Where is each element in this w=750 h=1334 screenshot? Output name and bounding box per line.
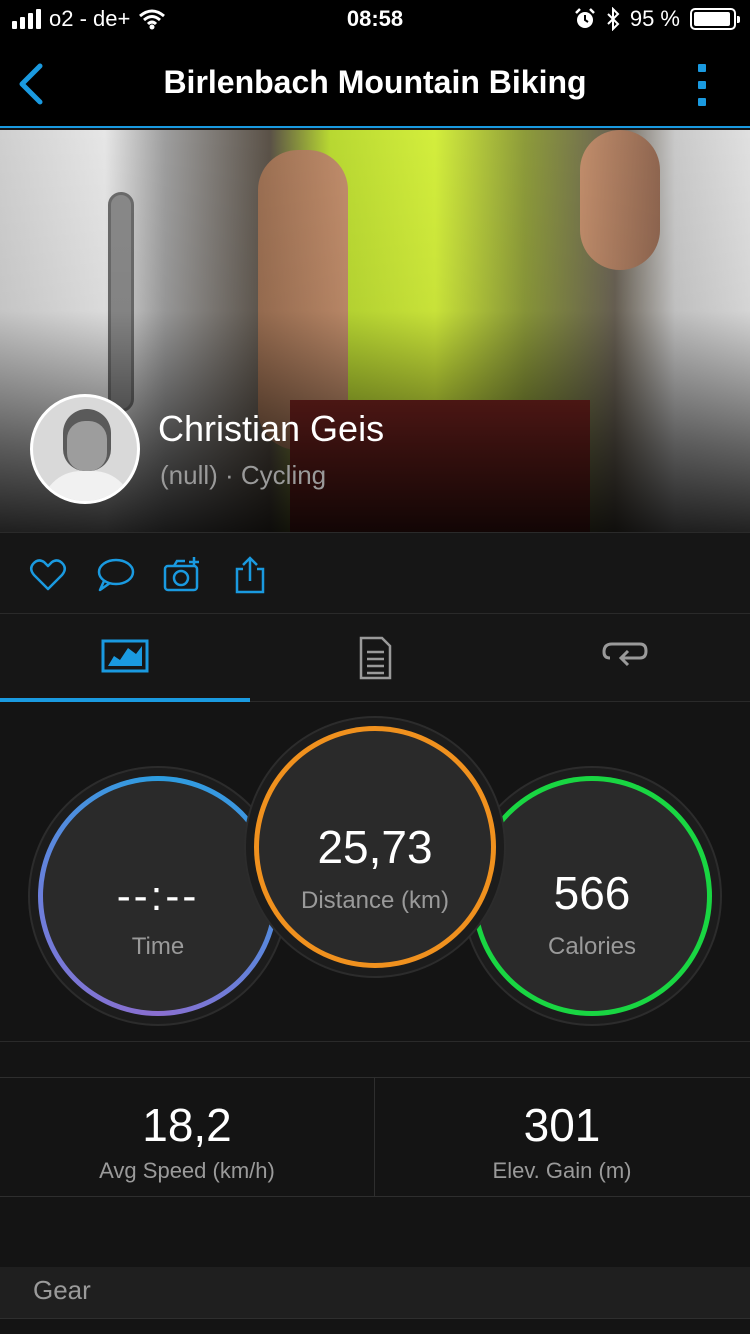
time-label: Time — [131, 933, 185, 960]
comment-icon[interactable] — [95, 555, 135, 595]
distance-label: Distance (km) — [300, 887, 450, 914]
tab-details[interactable] — [250, 614, 500, 702]
add-photo-icon[interactable] — [162, 555, 202, 595]
heart-icon[interactable] — [28, 555, 68, 595]
summary-stats: --:-- Time 566 Calories 25,73 Distance (… — [0, 702, 750, 1042]
distance-value: 25,73 — [317, 821, 433, 873]
activity-subtitle: (null) · Cycling — [160, 460, 327, 490]
gear-label: Gear — [33, 1275, 91, 1305]
more-vertical-icon[interactable] — [694, 64, 710, 106]
battery-level-fill — [694, 12, 731, 26]
elev-gain-label: Elev. Gain (m) — [492, 1158, 632, 1183]
calories-label: Calories — [547, 933, 637, 960]
status-right: 95 % — [574, 6, 740, 32]
tab-stats[interactable] — [0, 614, 250, 702]
distance-circle: 25,73 Distance (km) — [246, 718, 504, 976]
tab-laps[interactable] — [500, 614, 750, 702]
gear-section-header[interactable]: Gear — [0, 1267, 750, 1319]
alarm-icon — [574, 8, 595, 28]
elev-gain-value: 301 — [523, 1099, 601, 1151]
elev-gain-metric: 301 Elev. Gain (m) — [375, 1078, 749, 1196]
metrics-row: 18,2 Avg Speed (km/h) 301 Elev. Gain (m) — [0, 1077, 750, 1197]
activity-tabs — [0, 614, 750, 702]
battery-percentage: 95 % — [629, 6, 680, 31]
share-icon[interactable] — [230, 555, 270, 595]
status-bar: o2 - de+ 08:58 95 % — [0, 0, 750, 40]
bluetooth-icon — [607, 7, 620, 31]
laps-repeat-icon — [602, 642, 648, 667]
avg-speed-metric: 18,2 Avg Speed (km/h) — [0, 1078, 374, 1196]
stats-chart-icon — [101, 639, 149, 673]
page-title: Birlenbach Mountain Biking — [163, 64, 587, 100]
avg-speed-label: Avg Speed (km/h) — [99, 1158, 275, 1183]
avatar[interactable] — [30, 394, 140, 504]
user-name[interactable]: Christian Geis — [158, 408, 384, 450]
details-list-icon — [359, 636, 392, 680]
battery-icon — [690, 8, 740, 30]
social-action-bar — [0, 532, 750, 614]
avg-speed-value: 18,2 — [142, 1099, 232, 1151]
navigation-bar: Birlenbach Mountain Biking — [0, 40, 750, 128]
